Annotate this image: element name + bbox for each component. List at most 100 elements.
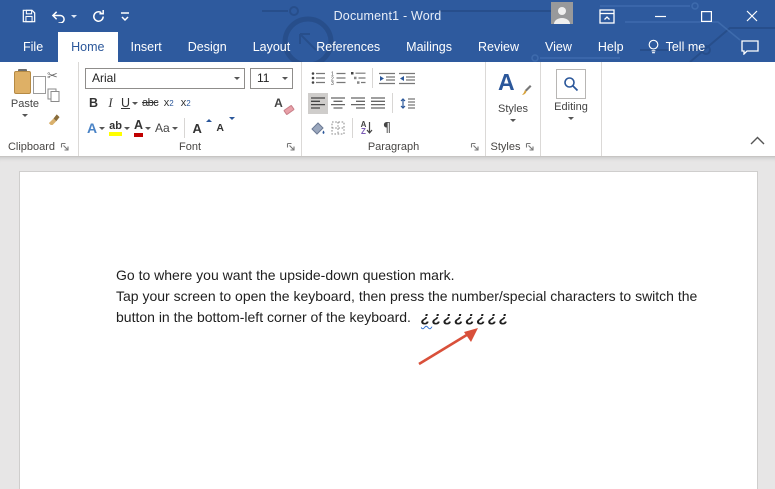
grow-font-button[interactable]: A — [189, 118, 212, 139]
paste-button[interactable]: Paste — [7, 66, 46, 130]
borders-button[interactable] — [328, 118, 348, 139]
ribbon-home: Paste ✂ Clipboard Arial 11 B I U abc x 2… — [0, 62, 775, 157]
font-family-combobox[interactable]: Arial — [85, 67, 245, 89]
group-editing: Editing — [541, 62, 602, 156]
save-button[interactable] — [22, 9, 36, 23]
highlight-caret[interactable] — [123, 127, 130, 133]
redo-button[interactable] — [91, 9, 106, 24]
editing-caret[interactable] — [568, 117, 574, 123]
minimize-button[interactable] — [637, 0, 683, 32]
tab-design[interactable]: Design — [175, 32, 240, 62]
tab-file[interactable]: File — [8, 32, 58, 62]
bold-button[interactable]: B — [85, 93, 102, 114]
tab-help[interactable]: Help — [585, 32, 637, 62]
bullets-button[interactable] — [308, 68, 328, 89]
copy-button[interactable] — [47, 88, 60, 107]
cut-button[interactable]: ✂ — [47, 70, 60, 83]
tab-references[interactable]: References — [303, 32, 393, 62]
tab-home[interactable]: Home — [58, 32, 118, 62]
sort-button[interactable]: AZ — [357, 118, 377, 139]
eraser-icon — [283, 104, 295, 115]
paragraph-dialog-launcher[interactable] — [470, 142, 480, 152]
format-painter-icon — [48, 114, 60, 126]
line-spacing-icon — [400, 97, 415, 109]
word-window: Document1 - Word File Home Insert Design… — [0, 0, 775, 489]
comments-button[interactable] — [725, 32, 775, 62]
tab-mailings[interactable]: Mailings — [393, 32, 465, 62]
customize-qat-button[interactable] — [120, 10, 130, 22]
align-right-button[interactable] — [348, 93, 368, 114]
font-size-caret — [282, 77, 288, 83]
chevron-up-icon — [750, 136, 765, 145]
shrink-font-arrow-icon — [228, 116, 235, 123]
redo-icon — [93, 9, 104, 22]
change-case-caret[interactable] — [171, 127, 178, 133]
italic-button[interactable]: I — [102, 93, 119, 114]
paragraph-separator-1 — [372, 68, 373, 88]
styles-button[interactable]: A Styles — [486, 66, 540, 125]
font-size-combobox[interactable]: 11 — [250, 67, 293, 89]
document-text[interactable]: Go to where you want the upside-down que… — [116, 265, 741, 328]
line-spacing-button[interactable] — [397, 93, 417, 114]
close-button[interactable] — [729, 0, 775, 32]
tabs-spacer — [715, 32, 725, 62]
ribbon-display-options-icon — [599, 8, 615, 24]
undo-button[interactable] — [50, 9, 77, 23]
tab-layout[interactable]: Layout — [240, 32, 304, 62]
shading-button[interactable] — [308, 118, 328, 139]
justify-button[interactable] — [368, 93, 388, 114]
clipboard-dialog-launcher[interactable] — [60, 142, 70, 152]
text-highlight-button[interactable]: ab — [107, 118, 132, 139]
superscript-button[interactable]: x2 — [177, 93, 194, 114]
close-icon — [746, 10, 758, 22]
shrink-font-button[interactable]: A — [212, 116, 235, 139]
tab-view[interactable]: View — [532, 32, 585, 62]
font-family-value: Arial — [92, 71, 117, 85]
save-icon — [22, 9, 36, 23]
clipboard-group-label: Clipboard — [0, 140, 78, 154]
multilevel-list-button[interactable] — [348, 68, 368, 89]
subscript-mark: 2 — [169, 98, 174, 108]
paste-dropdown-caret[interactable] — [22, 114, 28, 120]
text-effects-caret[interactable] — [99, 127, 106, 133]
decrease-indent-button[interactable] — [377, 68, 397, 89]
collapse-ribbon-button[interactable] — [750, 132, 765, 150]
font-color-button[interactable]: A — [132, 118, 153, 139]
align-center-button[interactable] — [328, 93, 348, 114]
font-color-caret[interactable] — [145, 127, 151, 133]
paragraph-separator-3 — [352, 118, 353, 138]
ribbon-display-options-button[interactable] — [599, 8, 615, 24]
text-effects-button[interactable]: A — [85, 118, 107, 139]
increase-indent-button[interactable] — [397, 68, 417, 89]
clear-formatting-button[interactable]: A — [270, 93, 295, 115]
document-page[interactable]: Go to where you want the upside-down que… — [19, 171, 758, 489]
show-hide-marks-button[interactable]: ¶ — [377, 118, 397, 139]
font-separator — [183, 118, 185, 138]
tab-review[interactable]: Review — [465, 32, 532, 62]
font-dialog-launcher[interactable] — [286, 142, 296, 152]
change-case-button[interactable]: Aa — [153, 118, 180, 139]
font-size-value: 11 — [257, 71, 270, 85]
change-case-label: Aa — [155, 121, 170, 135]
red-annotation-arrow — [418, 328, 478, 366]
ribbon-filler — [602, 62, 775, 156]
subscript-button[interactable]: x2 — [160, 93, 177, 114]
tell-me-button[interactable]: Tell me — [637, 32, 716, 62]
maximize-icon — [700, 10, 712, 22]
text-effects-label: A — [87, 120, 98, 136]
underline-caret[interactable] — [132, 102, 139, 108]
styles-caret[interactable] — [510, 119, 516, 125]
strikethrough-button[interactable]: abc — [140, 93, 160, 114]
format-painter-button[interactable] — [47, 112, 60, 130]
styles-dialog-launcher[interactable] — [525, 142, 535, 152]
undo-dropdown-caret[interactable] — [71, 14, 77, 21]
underline-button[interactable]: U — [119, 93, 140, 114]
tab-insert[interactable]: Insert — [118, 32, 175, 62]
align-left-button[interactable] — [308, 92, 328, 114]
minimize-icon — [654, 15, 666, 17]
paste-clipboard-icon — [14, 69, 46, 95]
user-avatar[interactable] — [551, 2, 573, 24]
numbering-button[interactable]: 123 — [328, 68, 348, 89]
editing-button[interactable]: Editing — [541, 66, 601, 123]
maximize-button[interactable] — [683, 0, 729, 32]
